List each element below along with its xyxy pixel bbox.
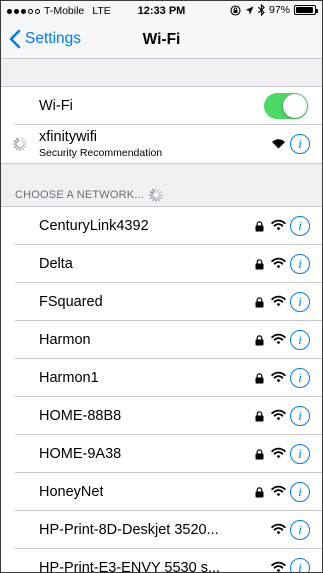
network-list: CenturyLink4392 i Delta i FSquared i Harmon i Ha…	[1, 206, 322, 573]
section-header-label: CHOOSE A NETWORK...	[15, 189, 145, 201]
wifi-toggle-row: Wi-Fi	[1, 87, 322, 125]
network-row[interactable]: HOME-9A38 i	[1, 435, 322, 473]
navigation-bar: Settings Wi-Fi	[1, 21, 322, 59]
status-bar: T-Mobile LTE 12:33 PM 97%	[1, 1, 322, 21]
wifi-signal-icon	[272, 139, 285, 149]
toggle-knob	[283, 94, 307, 118]
wifi-signal-icon	[271, 523, 286, 535]
wifi-signal-icon	[271, 561, 286, 572]
lock-icon	[255, 373, 264, 384]
loading-spinner-icon	[13, 137, 27, 151]
network-name: HP-Print-8D-Deskjet 3520...	[39, 522, 219, 538]
network-row[interactable]: Harmon i	[1, 321, 322, 359]
network-name: HP-Print-E3-ENVY 5530 s...	[39, 560, 221, 573]
battery-fill	[296, 7, 314, 13]
lock-icon	[255, 411, 264, 422]
network-row[interactable]: CenturyLink4392 i	[1, 207, 322, 245]
info-icon[interactable]: i	[290, 558, 310, 572]
info-icon[interactable]: i	[290, 134, 310, 154]
choose-network-header: CHOOSE A NETWORK...	[15, 187, 164, 203]
info-icon[interactable]: i	[290, 482, 310, 502]
wifi-signal-icon	[271, 295, 286, 307]
info-icon[interactable]: i	[290, 444, 310, 464]
wifi-signal-icon	[271, 447, 286, 459]
wifi-signal-icon	[271, 485, 286, 497]
wifi-settings-group: Wi-Fi xfinitywifi Security Recommendatio…	[1, 86, 322, 164]
info-icon[interactable]: i	[290, 520, 310, 540]
loading-spinner-icon	[149, 188, 164, 202]
status-right: 97%	[230, 4, 318, 16]
network-name: Harmon1	[39, 370, 99, 386]
info-icon[interactable]: i	[290, 216, 310, 236]
lock-icon	[255, 335, 264, 346]
lock-icon	[255, 297, 264, 308]
wifi-toggle-switch[interactable]	[264, 93, 308, 119]
info-icon[interactable]: i	[290, 406, 310, 426]
location-icon	[245, 6, 254, 14]
lock-icon	[255, 259, 264, 270]
network-name: Delta	[39, 256, 73, 272]
lock-icon	[255, 449, 264, 460]
wifi-toggle-label: Wi-Fi	[39, 98, 73, 114]
wifi-signal-icon	[271, 257, 286, 269]
battery-icon	[294, 5, 318, 15]
lock-icon	[255, 487, 264, 498]
network-row[interactable]: Harmon1 i	[1, 359, 322, 397]
battery-percent: 97%	[268, 4, 290, 16]
wifi-signal-icon	[271, 371, 286, 383]
info-icon[interactable]: i	[290, 254, 310, 274]
rotation-lock-icon	[230, 4, 241, 16]
network-name: FSquared	[39, 294, 103, 310]
info-icon[interactable]: i	[290, 330, 310, 350]
wifi-signal-icon	[271, 409, 286, 421]
network-row[interactable]: Delta i	[1, 245, 322, 283]
current-network-subtitle: Security Recommendation	[39, 147, 163, 159]
phone-screen: T-Mobile LTE 12:33 PM 97% Settings Wi-Fi…	[0, 0, 323, 573]
network-name: HOME-9A38	[39, 446, 122, 462]
lock-icon	[255, 221, 264, 232]
info-icon[interactable]: i	[290, 292, 310, 312]
network-row[interactable]: HP-Print-8D-Deskjet 3520... i	[1, 511, 322, 549]
network-name: Harmon	[39, 332, 91, 348]
current-network-name: xfinitywifi	[39, 129, 98, 145]
current-network-row[interactable]: xfinitywifi Security Recommendation i	[1, 125, 322, 163]
network-row[interactable]: HP-Print-E3-ENVY 5530 s... i	[1, 549, 322, 573]
network-name: HoneyNet	[39, 484, 104, 500]
network-name: HOME-88B8	[39, 408, 122, 424]
network-name: CenturyLink4392	[39, 218, 149, 234]
bluetooth-icon	[258, 4, 265, 16]
info-icon[interactable]: i	[290, 368, 310, 388]
network-row[interactable]: HOME-88B8 i	[1, 397, 322, 435]
wifi-signal-icon	[271, 219, 286, 231]
network-row[interactable]: FSquared i	[1, 283, 322, 321]
page-title: Wi-Fi	[142, 31, 181, 48]
wifi-signal-icon	[271, 333, 286, 345]
network-row[interactable]: HoneyNet i	[1, 473, 322, 511]
